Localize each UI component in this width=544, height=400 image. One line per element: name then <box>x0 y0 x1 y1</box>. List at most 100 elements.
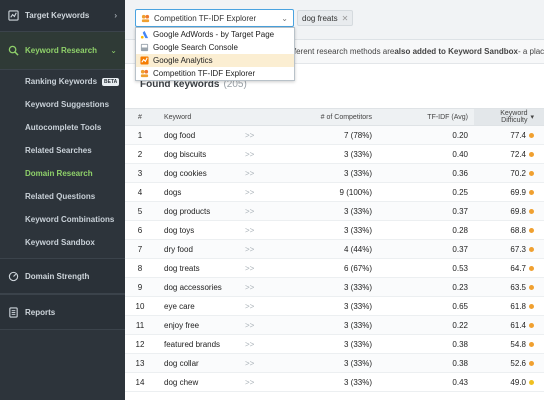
sidebar-item-keyword-sandbox[interactable]: Keyword Sandbox <box>0 231 125 254</box>
sidebar-item-related-searches[interactable]: Related Searches <box>0 139 125 162</box>
difficulty-dot-icon <box>529 132 534 138</box>
row-competitors: 9 (100%) <box>339 187 372 197</box>
row-difficulty: 69.8 <box>474 207 544 216</box>
expand-arrows-icon[interactable]: >> <box>245 359 275 368</box>
table-row[interactable]: 9 dog accessories >> 3 (33%) 0.23 63.5 <box>125 278 544 297</box>
table-row[interactable]: 5 dog products >> 3 (33%) 0.37 69.8 <box>125 202 544 221</box>
row-tfidf: 0.40 <box>452 149 468 159</box>
row-difficulty: 68.8 <box>474 226 544 235</box>
expand-arrows-icon[interactable]: >> <box>245 226 275 235</box>
row-keyword: dog treats <box>164 263 200 273</box>
expand-arrows-icon[interactable]: >> <box>245 283 275 292</box>
adwords-icon <box>140 30 149 39</box>
nav-domain-strength[interactable]: Domain Strength <box>0 258 125 294</box>
difficulty-dot-icon <box>529 322 534 328</box>
row-number: 5 <box>137 206 143 216</box>
info-text-after: - a plac <box>517 47 544 56</box>
dropdown-item-label: Google AdWords - by Target Page <box>153 30 275 39</box>
source-select[interactable]: Competition TF-IDF Explorer ⌄ <box>135 9 294 27</box>
row-competitors: 3 (33%) <box>343 168 372 178</box>
difficulty-dot-icon <box>529 151 534 157</box>
nav-target-keywords[interactable]: Target Keywords › <box>0 0 125 32</box>
difficulty-dot-icon <box>529 360 534 366</box>
table-row[interactable]: 3 dog cookies >> 3 (33%) 0.36 70.2 <box>125 164 544 183</box>
expand-arrows-icon[interactable]: >> <box>245 340 275 349</box>
expand-arrows-icon[interactable]: >> <box>245 321 275 330</box>
nav-reports[interactable]: Reports <box>0 294 125 330</box>
dropdown-item-label: Competition TF-IDF Explorer <box>153 69 256 78</box>
sidebar-item-ranking-keywords[interactable]: Ranking Keywords BETA <box>0 70 125 93</box>
table-row[interactable]: 1 dog food >> 7 (78%) 0.20 77.4 <box>125 126 544 145</box>
row-competitors: 4 (44%) <box>343 244 372 254</box>
sidebar-item-label: Related Questions <box>25 192 96 201</box>
expand-arrows-icon[interactable]: >> <box>245 264 275 273</box>
table-row[interactable]: 10 eye care >> 3 (33%) 0.65 61.8 <box>125 297 544 316</box>
sidebar-item-keyword-combinations[interactable]: Keyword Combinations <box>0 208 125 231</box>
dropdown-item-label: Google Search Console <box>153 43 238 52</box>
table-row[interactable]: 12 featured brands >> 3 (33%) 0.38 54.8 <box>125 335 544 354</box>
row-number: 3 <box>137 168 143 178</box>
dropdown-item-analytics[interactable]: Google Analytics <box>136 54 294 67</box>
search-icon <box>8 45 19 56</box>
table-row[interactable]: 7 dry food >> 4 (44%) 0.37 67.3 <box>125 240 544 259</box>
row-competitors: 3 (33%) <box>343 377 372 387</box>
difficulty-dot-icon <box>529 265 534 271</box>
table-row[interactable]: 6 dog toys >> 3 (33%) 0.28 68.8 <box>125 221 544 240</box>
close-icon[interactable]: ✕ <box>342 14 349 23</box>
header-competitors[interactable]: # of Competitors <box>275 114 378 121</box>
sidebar-item-autocomplete-tools[interactable]: Autocomplete Tools <box>0 116 125 139</box>
row-number: 8 <box>137 263 143 273</box>
row-keyword: dog chew <box>164 377 199 387</box>
expand-arrows-icon[interactable]: >> <box>245 150 275 159</box>
difficulty-dot-icon <box>529 170 534 176</box>
expand-arrows-icon[interactable]: >> <box>245 131 275 140</box>
dropdown-item-tfidf[interactable]: Competition TF-IDF Explorer <box>136 67 294 80</box>
sidebar-item-label: Keyword Combinations <box>25 215 115 224</box>
sidebar-item-label: Keyword Sandbox <box>25 238 95 247</box>
row-competitors: 3 (33%) <box>343 225 372 235</box>
row-number: 10 <box>135 301 145 311</box>
row-tfidf: 0.22 <box>452 320 468 330</box>
row-keyword: featured brands <box>164 339 221 349</box>
expand-arrows-icon[interactable]: >> <box>245 302 275 311</box>
target-keywords-icon <box>8 10 19 21</box>
chevron-right-icon: › <box>114 11 117 20</box>
keyword-tag[interactable]: dog freats ✕ <box>297 10 354 26</box>
sidebar-item-keyword-suggestions[interactable]: Keyword Suggestions <box>0 93 125 116</box>
row-keyword: enjoy free <box>164 320 200 330</box>
table-row[interactable]: 2 dog biscuits >> 3 (33%) 0.40 72.4 <box>125 145 544 164</box>
row-competitors: 3 (33%) <box>343 149 372 159</box>
header-tfidf[interactable]: TF-IDF (Avg) <box>378 114 474 121</box>
table-row[interactable]: 14 dog chew >> 3 (33%) 0.43 49.0 <box>125 373 544 392</box>
row-keyword: dog cookies <box>164 168 207 178</box>
expand-arrows-icon[interactable]: >> <box>245 245 275 254</box>
keyword-tag-label: dog freats <box>302 13 338 23</box>
row-keyword: dogs <box>164 187 182 197</box>
expand-arrows-icon[interactable]: >> <box>245 188 275 197</box>
row-keyword: dog toys <box>164 225 195 235</box>
nav-domain-strength-label: Domain Strength <box>25 271 90 281</box>
expand-arrows-icon[interactable]: >> <box>245 378 275 387</box>
row-number: 6 <box>137 225 143 235</box>
difficulty-dot-icon <box>529 341 534 347</box>
table-header: # Keyword # of Competitors TF-IDF (Avg) … <box>125 108 544 126</box>
table-row[interactable]: 4 dogs >> 9 (100%) 0.25 69.9 <box>125 183 544 202</box>
table-row[interactable]: 8 dog treats >> 6 (67%) 0.53 64.7 <box>125 259 544 278</box>
table-row[interactable]: 13 dog collar >> 3 (33%) 0.38 52.6 <box>125 354 544 373</box>
row-difficulty-value: 72.4 <box>510 149 526 159</box>
header-num[interactable]: # <box>125 114 155 121</box>
header-keyword[interactable]: Keyword <box>155 114 245 121</box>
dropdown-item-search-console[interactable]: Google Search Console <box>136 41 294 54</box>
row-number: 7 <box>137 244 143 254</box>
sidebar-item-domain-research[interactable]: Domain Research <box>0 162 125 185</box>
nav-keyword-research[interactable]: Keyword Research ⌄ <box>0 32 125 70</box>
header-difficulty[interactable]: Keyword Difficulty ▾ <box>474 109 544 125</box>
expand-arrows-icon[interactable]: >> <box>245 207 275 216</box>
table-row[interactable]: 11 enjoy free >> 3 (33%) 0.22 61.4 <box>125 316 544 335</box>
expand-arrows-icon[interactable]: >> <box>245 169 275 178</box>
sidebar-item-related-questions[interactable]: Related Questions <box>0 185 125 208</box>
row-difficulty: 70.2 <box>474 169 544 178</box>
keywords-table: # Keyword # of Competitors TF-IDF (Avg) … <box>125 108 544 392</box>
dropdown-item-adwords[interactable]: Google AdWords - by Target Page <box>136 28 294 41</box>
row-number: 11 <box>135 320 145 330</box>
